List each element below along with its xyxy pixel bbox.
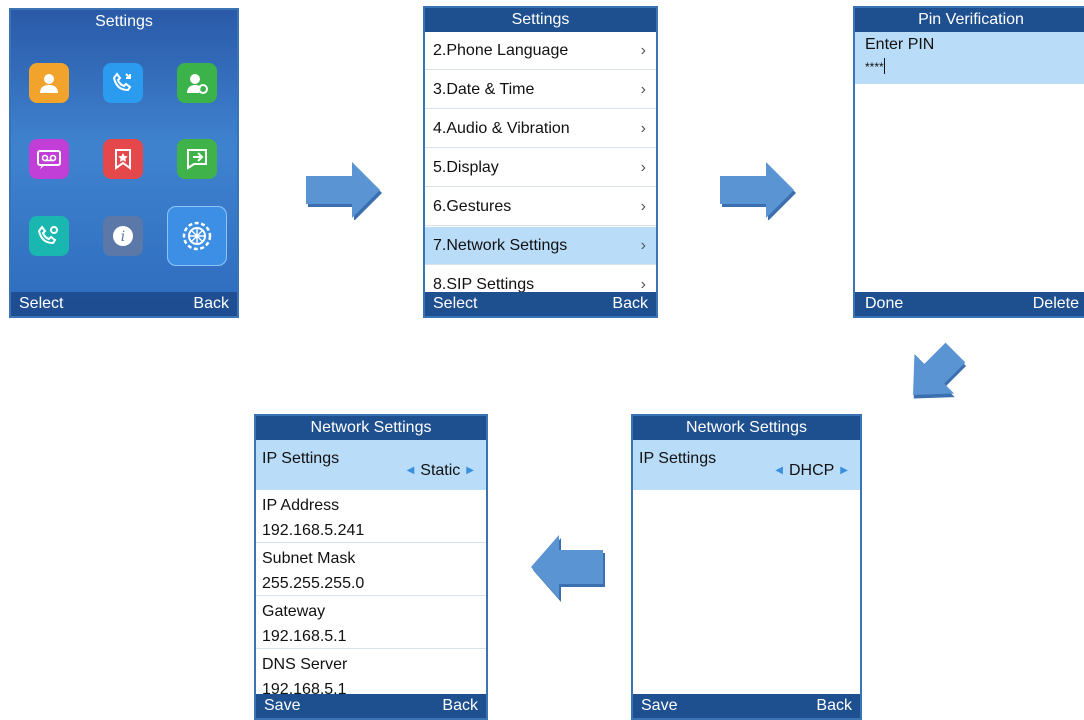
list-item-label: 4.Audio & Vibration — [433, 120, 570, 137]
field-value: 255.255.255.0 — [262, 575, 365, 592]
screen-pin-verification: Pin Verification Enter PIN **** Done Del… — [853, 6, 1084, 318]
pin-prompt: Enter PIN — [865, 36, 935, 53]
triangle-right-icon[interactable]: ▶ — [460, 465, 480, 476]
list-item-label: 8.SIP Settings — [433, 276, 535, 293]
done-softkey[interactable]: Done — [865, 292, 903, 316]
arrow-right-icon — [306, 162, 382, 220]
list-item-label: 2.Phone Language — [433, 42, 569, 59]
ip-settings-value: DHCP — [788, 462, 835, 479]
list-item-label: 5.Display — [433, 159, 499, 176]
screen-settings-grid: Settings i Select Back — [9, 8, 239, 318]
ip-settings-row[interactable]: IP Settings ◀ DHCP ▶ — [633, 440, 860, 490]
screen-title: Network Settings — [256, 416, 486, 440]
triangle-left-icon[interactable]: ◀ — [769, 465, 789, 476]
ip-settings-label: IP Settings — [639, 450, 717, 467]
screen-settings-list: Settings 2.Phone Language › 3.Date & Time… — [423, 6, 658, 318]
list-item-label: 3.Date & Time — [433, 81, 535, 98]
favorites-icon[interactable] — [103, 139, 143, 179]
softkey-bar: Select Back — [11, 292, 237, 316]
settings-gear-icon[interactable] — [177, 216, 217, 256]
field-value: 192.168.5.1 — [262, 628, 347, 645]
field-label: Gateway — [262, 603, 326, 620]
field-label: IP Address — [262, 497, 340, 514]
field-label: Subnet Mask — [262, 550, 356, 567]
ip-settings-selector[interactable]: ◀ DHCP ▶ — [769, 462, 854, 480]
pin-entry-area[interactable]: Enter PIN **** — [855, 32, 1084, 84]
list-item[interactable]: 3.Date & Time › — [425, 71, 656, 109]
softkey-bar: Select Back — [425, 292, 656, 316]
screen-network-settings-static: Network Settings IP Settings ◀ Static ▶ IP… — [254, 414, 488, 720]
ip-settings-value: Static — [420, 462, 461, 479]
list-item-selected[interactable]: 7.Network Settings › — [425, 227, 656, 265]
screen-title: Settings — [425, 8, 656, 32]
ip-settings-row[interactable]: IP Settings ◀ Static ▶ — [256, 440, 486, 490]
contacts-icon[interactable] — [29, 63, 69, 103]
back-softkey[interactable]: Back — [816, 694, 852, 718]
list-item[interactable]: 6.Gestures › — [425, 188, 656, 226]
text-cursor — [883, 58, 885, 74]
messages-icon[interactable] — [177, 139, 217, 179]
arrow-down-left-icon — [913, 342, 967, 399]
subnet-mask-row[interactable]: Subnet Mask 255.255.255.0 — [256, 544, 486, 596]
screen-network-settings-dhcp: Network Settings IP Settings ◀ DHCP ▶ Save… — [631, 414, 862, 720]
call-settings-icon[interactable] — [29, 216, 69, 256]
save-softkey[interactable]: Save — [641, 694, 677, 718]
field-label: DNS Server — [262, 656, 348, 673]
softkey-bar: Save Back — [633, 694, 860, 718]
back-softkey[interactable]: Back — [193, 292, 229, 316]
ip-settings-selector[interactable]: ◀ Static ▶ — [401, 462, 480, 480]
ip-settings-label: IP Settings — [262, 450, 340, 467]
screen-title: Pin Verification — [855, 8, 1084, 32]
ip-address-row[interactable]: IP Address 192.168.5.241 — [256, 491, 486, 543]
chevron-right-icon: › — [640, 42, 646, 59]
list-item-label: 7.Network Settings — [433, 237, 568, 254]
svg-text:i: i — [121, 229, 125, 245]
triangle-right-icon[interactable]: ▶ — [834, 465, 854, 476]
screen-title: Settings — [95, 13, 153, 30]
contact-settings-icon[interactable] — [177, 63, 217, 103]
chevron-right-icon: › — [640, 81, 646, 98]
arrow-left-icon — [531, 535, 605, 602]
arrow-right-icon — [720, 162, 796, 220]
back-softkey[interactable]: Back — [612, 292, 648, 316]
save-softkey[interactable]: Save — [264, 694, 300, 718]
select-softkey[interactable]: Select — [19, 292, 63, 316]
triangle-left-icon[interactable]: ◀ — [401, 465, 421, 476]
chevron-right-icon: › — [640, 120, 646, 137]
gateway-row[interactable]: Gateway 192.168.5.1 — [256, 597, 486, 649]
softkey-bar: Save Back — [256, 694, 486, 718]
call-history-icon[interactable] — [103, 63, 143, 103]
dns-server-row[interactable]: DNS Server 192.168.5.1 — [256, 650, 486, 698]
chevron-right-icon: › — [640, 237, 646, 254]
screen-title: Network Settings — [633, 416, 860, 440]
list-item[interactable]: 4.Audio & Vibration › — [425, 110, 656, 148]
field-value: 192.168.5.241 — [262, 522, 365, 539]
list-item[interactable]: 5.Display › — [425, 149, 656, 187]
voicemail-icon[interactable] — [29, 139, 69, 179]
chevron-right-icon: › — [640, 159, 646, 176]
list-item-label: 6.Gestures — [433, 198, 512, 215]
select-softkey[interactable]: Select — [433, 292, 477, 316]
info-icon[interactable]: i — [103, 216, 143, 256]
pin-input[interactable]: **** — [865, 60, 884, 74]
softkey-bar: Done Delete — [855, 292, 1084, 316]
list-item[interactable]: 2.Phone Language › — [425, 32, 656, 70]
chevron-right-icon: › — [640, 198, 646, 215]
back-softkey[interactable]: Back — [442, 694, 478, 718]
delete-softkey[interactable]: Delete — [1033, 292, 1079, 316]
